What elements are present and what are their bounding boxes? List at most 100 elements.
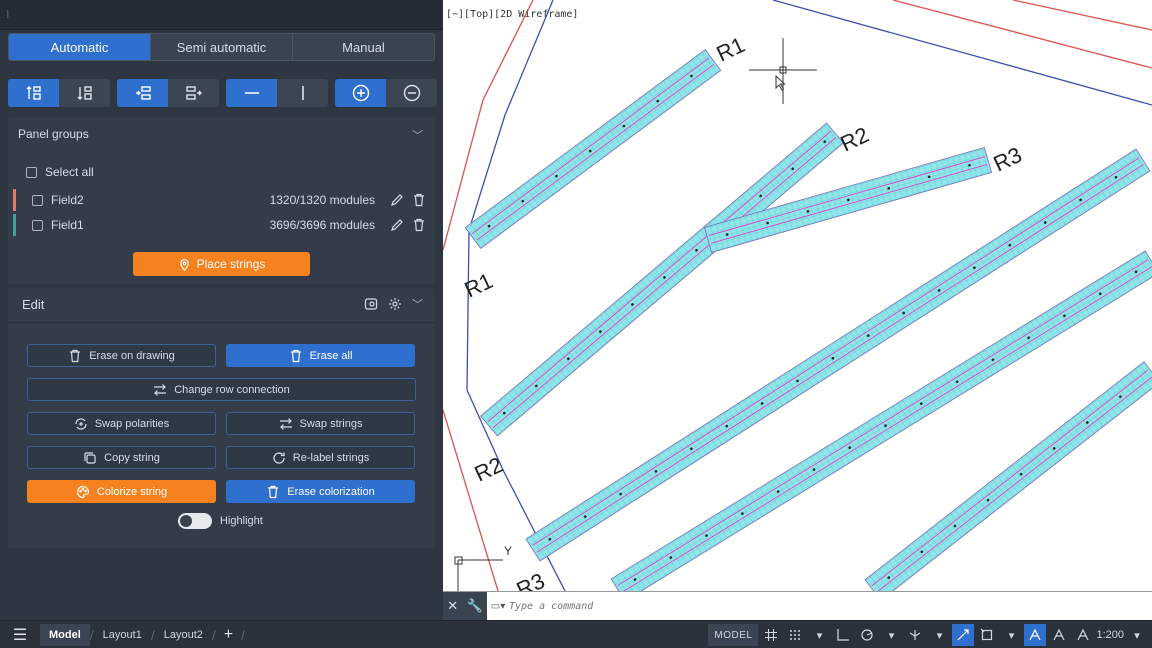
grip-icon[interactable]: ⁞ [6, 8, 10, 21]
status-tools: MODEL ▾ ▾ ▾ ▾ 1:200 ▾ [708, 624, 1148, 646]
field-module-count: 1320/1320 modules [269, 193, 375, 207]
change-row-connection-button[interactable]: Change row connection [27, 378, 416, 401]
row-label: R2 [471, 452, 507, 487]
close-icon[interactable]: ✕ [447, 598, 458, 614]
refresh-icon [273, 451, 285, 464]
grid-icon[interactable] [760, 624, 782, 646]
copy-string-label: Copy string [104, 451, 160, 464]
chevron-down-icon[interactable]: ▾ [880, 624, 902, 646]
command-input[interactable] [509, 596, 1109, 616]
polar-icon[interactable] [856, 624, 878, 646]
trash-icon [268, 485, 279, 498]
panel-title-bar[interactable]: ⁞ [0, 0, 443, 30]
chevron-down-icon[interactable]: ﹀ [412, 296, 423, 312]
crosshair-cursor [749, 38, 817, 104]
trash-icon[interactable] [411, 217, 427, 233]
panel-groups-title: Panel groups [18, 127, 89, 141]
swap-polarities-button[interactable]: Swap polarities [27, 412, 216, 435]
swap-strings-label: Swap strings [299, 417, 363, 430]
align-left-button[interactable] [117, 79, 168, 107]
gear-icon[interactable] [388, 297, 402, 311]
wrench-icon[interactable]: 🔧 [467, 598, 483, 614]
swap-polarities-label: Swap polarities [94, 417, 170, 430]
ucs-y-label: Y [504, 544, 512, 558]
tab-layout1[interactable]: Layout1 [94, 624, 151, 646]
tab-layout2[interactable]: Layout2 [155, 624, 212, 646]
chevron-down-icon[interactable]: ﹀ [412, 127, 423, 143]
sort-descending-icon [77, 86, 92, 100]
field-row-field1: Field1 3696/3696 modules [13, 214, 427, 236]
row-label: R2 [837, 122, 873, 157]
hamburger-menu-icon[interactable]: ☰ [0, 625, 40, 645]
record-icon[interactable] [364, 297, 378, 311]
sort-descending-button[interactable] [59, 79, 110, 107]
toggle-knob [180, 515, 192, 527]
model-space-button[interactable]: MODEL [708, 624, 759, 646]
sort-ascending-button[interactable] [8, 79, 59, 107]
align-right-button[interactable] [168, 79, 219, 107]
object-snap-icon[interactable] [976, 624, 998, 646]
highlight-toggle[interactable] [178, 513, 212, 529]
boundary-line-red [892, 0, 1152, 69]
trash-icon[interactable] [411, 192, 427, 208]
select-all-checkbox[interactable]: Select all [26, 165, 94, 179]
tab-model[interactable]: Model [40, 623, 90, 646]
annotation-visibility-icon[interactable] [1024, 624, 1047, 646]
vertical-button[interactable] [277, 79, 328, 107]
erase-colorization-button[interactable]: Erase colorization [226, 480, 415, 503]
solar-layout-drawing[interactable]: R1 R2 R3 R1 R2 R3 Y [443, 0, 1152, 605]
chevron-down-icon[interactable]: ▾ [808, 624, 830, 646]
status-bar: ☰ Model / Layout1 / Layout2 / + / MODEL … [0, 620, 1152, 648]
annotation-scale-value[interactable]: 1:200 [1096, 624, 1124, 646]
boundary-line-red [443, 409, 499, 592]
colorize-string-button[interactable]: Colorize string [27, 480, 216, 503]
pencil-icon[interactable] [389, 192, 405, 208]
location-pin-icon [179, 258, 189, 271]
ortho-icon[interactable] [832, 624, 854, 646]
swap-strings-button[interactable]: Swap strings [226, 412, 415, 435]
pencil-icon[interactable] [389, 217, 405, 233]
horizontal-button[interactable] [226, 79, 277, 107]
relabel-strings-button[interactable]: Re-label strings [226, 446, 415, 469]
add-layout-icon[interactable]: + [224, 626, 233, 644]
copy-string-button[interactable]: Copy string [27, 446, 216, 469]
command-line-tools: ✕ 🔧 [443, 591, 487, 620]
align-right-icon [185, 86, 202, 100]
field-name: Field2 [51, 193, 84, 207]
place-strings-label: Place strings [196, 257, 266, 271]
chevron-down-icon[interactable]: ▾ [928, 624, 950, 646]
tab-automatic[interactable]: Automatic [9, 34, 151, 60]
isodraft-icon[interactable] [904, 624, 926, 646]
chevron-down-icon[interactable]: ▾ [1000, 624, 1022, 646]
change-row-connection-label: Change row connection [174, 383, 290, 396]
row-label: R3 [513, 568, 549, 591]
add-button[interactable] [335, 79, 386, 107]
object-snap-tracking-icon[interactable] [952, 624, 975, 646]
field-module-count: 3696/3696 modules [269, 218, 375, 232]
snap-icon[interactable] [784, 624, 806, 646]
field-color-bar [13, 214, 16, 236]
highlight-label: Highlight [220, 515, 263, 527]
erase-all-button[interactable]: Erase all [226, 344, 415, 367]
divider [8, 322, 435, 323]
copy-icon [84, 451, 96, 464]
tab-semi-automatic[interactable]: Semi automatic [151, 34, 293, 60]
remove-button[interactable] [386, 79, 437, 107]
sort-group [8, 79, 110, 107]
field1-checkbox[interactable] [32, 219, 43, 231]
tab-manual[interactable]: Manual [293, 34, 434, 60]
drawing-canvas[interactable]: R1 R2 R3 R1 R2 R3 Y [−][Top][2D Wirefram… [443, 0, 1152, 620]
viewport-controls-label[interactable]: [−][Top][2D Wireframe] [446, 9, 578, 20]
trash-icon [70, 349, 81, 362]
field2-checkbox[interactable] [32, 194, 43, 206]
module-array [464, 48, 722, 250]
place-strings-button[interactable]: Place strings [133, 252, 310, 276]
erase-on-drawing-button[interactable]: Erase on drawing [27, 344, 216, 367]
auto-scale-icon[interactable] [1048, 624, 1070, 646]
checkbox-box[interactable] [26, 166, 37, 178]
swap-arrows-icon [154, 383, 167, 396]
align-group [117, 79, 219, 107]
chevron-down-icon[interactable]: ▾ [1126, 624, 1148, 646]
annotation-scale-icon[interactable] [1072, 624, 1094, 646]
command-prompt-icon[interactable]: ▭▾ [487, 592, 509, 621]
